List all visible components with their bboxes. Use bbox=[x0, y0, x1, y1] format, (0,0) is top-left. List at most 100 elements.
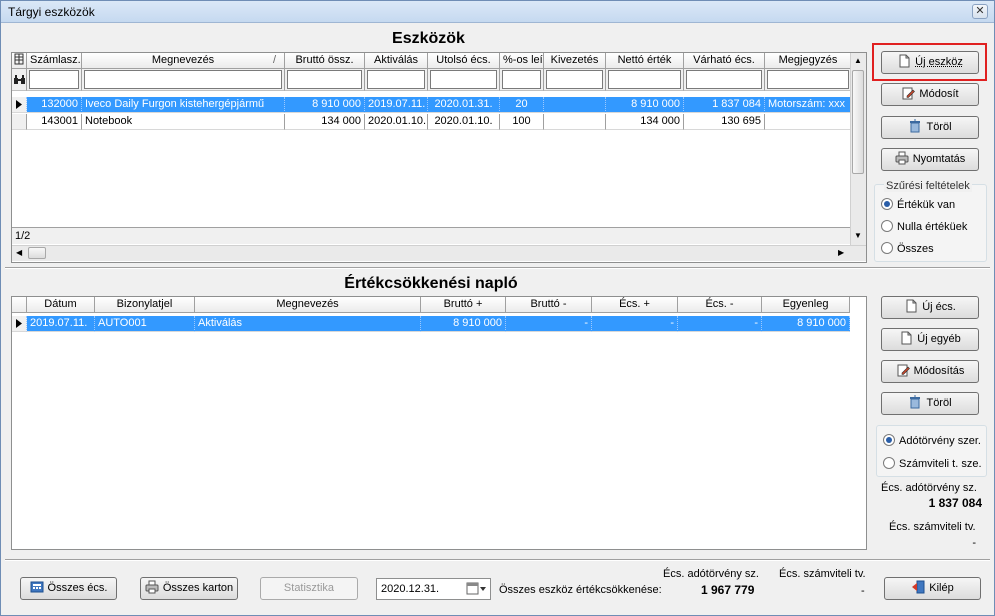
table-row[interactable]: 132000 Iveco Daily Furgon kistehergépjár… bbox=[12, 97, 852, 113]
row-pointer-icon bbox=[12, 97, 27, 113]
new-document-icon bbox=[899, 331, 913, 345]
cell-dep-minus: - bbox=[678, 316, 762, 332]
cell-net: 8 910 000 bbox=[606, 97, 684, 113]
filter-netto-input[interactable] bbox=[608, 70, 681, 89]
assets-horizontal-scrollbar[interactable]: ◀ ▶ bbox=[12, 245, 866, 261]
radio-dot bbox=[883, 457, 895, 469]
modify-asset-button[interactable]: Módosít bbox=[881, 83, 979, 106]
filter-kivezetes-input[interactable] bbox=[546, 70, 603, 89]
record-counter-bar: 1/2 bbox=[12, 227, 852, 244]
mode-option-tax[interactable]: Adótörvény szer. bbox=[883, 434, 981, 447]
col-pct[interactable]: %-os leír. bbox=[500, 53, 544, 69]
scroll-left-icon[interactable]: ◀ bbox=[16, 248, 22, 257]
filter-pct-input[interactable] bbox=[502, 70, 541, 89]
calculator-icon bbox=[30, 580, 44, 594]
cell-doc: AUTO001 bbox=[95, 316, 195, 332]
filter-szamlasz-input[interactable] bbox=[29, 70, 79, 89]
cell-retired bbox=[544, 114, 606, 130]
printer-icon bbox=[895, 151, 909, 165]
cell-num: 143001 bbox=[27, 114, 82, 130]
filter-option-all[interactable]: Összes bbox=[881, 242, 934, 255]
cell-last-dep: 2020.01.31. bbox=[428, 97, 500, 113]
new-other-button[interactable]: Új egyéb bbox=[881, 328, 979, 351]
hscroll-thumb[interactable] bbox=[28, 247, 46, 259]
all-cards-button[interactable]: Összes karton bbox=[140, 577, 238, 600]
table-row[interactable]: 2019.07.11. AUTO001 Aktiválás 8 910 000 … bbox=[12, 316, 850, 332]
col-szamlasz[interactable]: Számlasz. bbox=[27, 53, 82, 69]
col-ecs-plus[interactable]: Écs. + bbox=[592, 297, 678, 313]
date-field[interactable]: 2020.12.31. bbox=[376, 578, 491, 600]
cell-gross: 8 910 000 bbox=[285, 97, 365, 113]
assets-vertical-scrollbar[interactable]: ▲ ▼ bbox=[850, 53, 866, 245]
filter-utolso-ecs-input[interactable] bbox=[430, 70, 497, 89]
summary-acc-value: - bbox=[972, 537, 976, 549]
filter-option-zero-value[interactable]: Nulla értéküek bbox=[881, 220, 967, 233]
col-megnevezes-label: Megnevezés bbox=[151, 54, 215, 66]
col-kivezetes[interactable]: Kivezetés bbox=[544, 53, 606, 69]
filter-aktivalas-input[interactable] bbox=[367, 70, 425, 89]
assets-filter-row bbox=[12, 69, 852, 91]
table-row[interactable]: 143001 Notebook 134 000 2020.01.10. 2020… bbox=[12, 114, 852, 130]
summary-tax-label: Écs. adótörvény sz. bbox=[881, 482, 977, 494]
printer-icon bbox=[145, 580, 159, 594]
col-log-megnevezes[interactable]: Megnevezés bbox=[195, 297, 421, 313]
delete-entry-button[interactable]: Töröl bbox=[881, 392, 979, 415]
column-chooser-icon[interactable] bbox=[12, 53, 27, 69]
calendar-dropdown-icon[interactable] bbox=[466, 582, 488, 596]
filter-megnevezes-input[interactable] bbox=[84, 70, 282, 89]
assets-header-row: Számlasz. Megnevezés / Bruttó össz. Aktiv… bbox=[12, 53, 852, 69]
scroll-right-icon[interactable]: ▶ bbox=[838, 248, 844, 257]
radio-dot bbox=[881, 242, 893, 254]
scroll-down-icon[interactable]: ▼ bbox=[854, 231, 862, 240]
col-brutto-plus[interactable]: Bruttó + bbox=[421, 297, 506, 313]
cell-num: 132000 bbox=[27, 97, 82, 113]
cell-pct: 20 bbox=[500, 97, 544, 113]
col-datum[interactable]: Dátum bbox=[27, 297, 95, 313]
summary-tax-value: 1 837 084 bbox=[928, 496, 982, 510]
new-document-icon bbox=[897, 54, 911, 68]
mode-option-accounting[interactable]: Számviteli t. sze. bbox=[883, 457, 982, 470]
col-megnevezes[interactable]: Megnevezés / bbox=[82, 53, 285, 69]
delete-asset-button[interactable]: Töröl bbox=[881, 116, 979, 139]
col-brutto[interactable]: Bruttó össz. bbox=[285, 53, 365, 69]
edit-icon bbox=[896, 363, 910, 377]
window-title: Tárgyi eszközök bbox=[8, 5, 95, 19]
all-depreciation-button[interactable]: Összes écs. bbox=[20, 577, 117, 600]
print-button[interactable]: Nyomtatás bbox=[881, 148, 979, 171]
new-depreciation-button[interactable]: Új écs. bbox=[881, 296, 979, 319]
log-grid[interactable]: Dátum Bizonylatjel Megnevezés Bruttó + B… bbox=[11, 296, 867, 550]
cell-gross-plus: 8 910 000 bbox=[421, 316, 506, 332]
footer-acc-label: Écs. számviteli tv. bbox=[779, 568, 866, 580]
binoculars-icon bbox=[12, 69, 27, 91]
col-megjegyzes[interactable]: Megjegyzés bbox=[765, 53, 852, 69]
scroll-up-icon[interactable]: ▲ bbox=[854, 56, 862, 65]
col-netto[interactable]: Nettó érték bbox=[606, 53, 684, 69]
scroll-thumb[interactable] bbox=[852, 70, 864, 174]
filter-option-has-value[interactable]: Értékük van bbox=[881, 198, 955, 211]
col-bizonylatjel[interactable]: Bizonylatjel bbox=[95, 297, 195, 313]
date-value: 2020.12.31. bbox=[381, 583, 440, 595]
filter-varhato-input[interactable] bbox=[686, 70, 762, 89]
col-aktivalas[interactable]: Aktiválás bbox=[365, 53, 428, 69]
col-utolso-ecs[interactable]: Utolsó écs. bbox=[428, 53, 500, 69]
app-window: Tárgyi eszközök ✕ Eszközök Számlasz. Meg… bbox=[0, 0, 995, 616]
col-ecs-minus[interactable]: Écs. - bbox=[678, 297, 762, 313]
filter-megjegyzes-input[interactable] bbox=[767, 70, 849, 89]
assets-grid[interactable]: Számlasz. Megnevezés / Bruttó össz. Aktiv… bbox=[11, 52, 867, 263]
exit-button[interactable]: Kilép bbox=[884, 577, 981, 600]
col-varhato[interactable]: Várható écs. bbox=[684, 53, 765, 69]
close-button[interactable]: ✕ bbox=[972, 4, 988, 19]
radio-dot bbox=[883, 434, 895, 446]
radio-dot bbox=[881, 220, 893, 232]
statistics-button[interactable]: Statisztika bbox=[260, 577, 358, 600]
modify-entry-button[interactable]: Módosítás bbox=[881, 360, 979, 383]
filter-brutto-input[interactable] bbox=[287, 70, 362, 89]
cell-retired bbox=[544, 97, 606, 113]
cell-note: Motorszám: xxx bbox=[765, 97, 852, 113]
cell-name: Iveco Daily Furgon kistehergépjármű bbox=[82, 97, 285, 113]
cell-gross: 134 000 bbox=[285, 114, 365, 130]
col-egyenleg[interactable]: Egyenleg bbox=[762, 297, 850, 313]
new-asset-button[interactable]: Új eszköz bbox=[881, 51, 979, 74]
cell-date: 2019.07.11. bbox=[27, 316, 95, 332]
col-brutto-minus[interactable]: Bruttó - bbox=[506, 297, 592, 313]
